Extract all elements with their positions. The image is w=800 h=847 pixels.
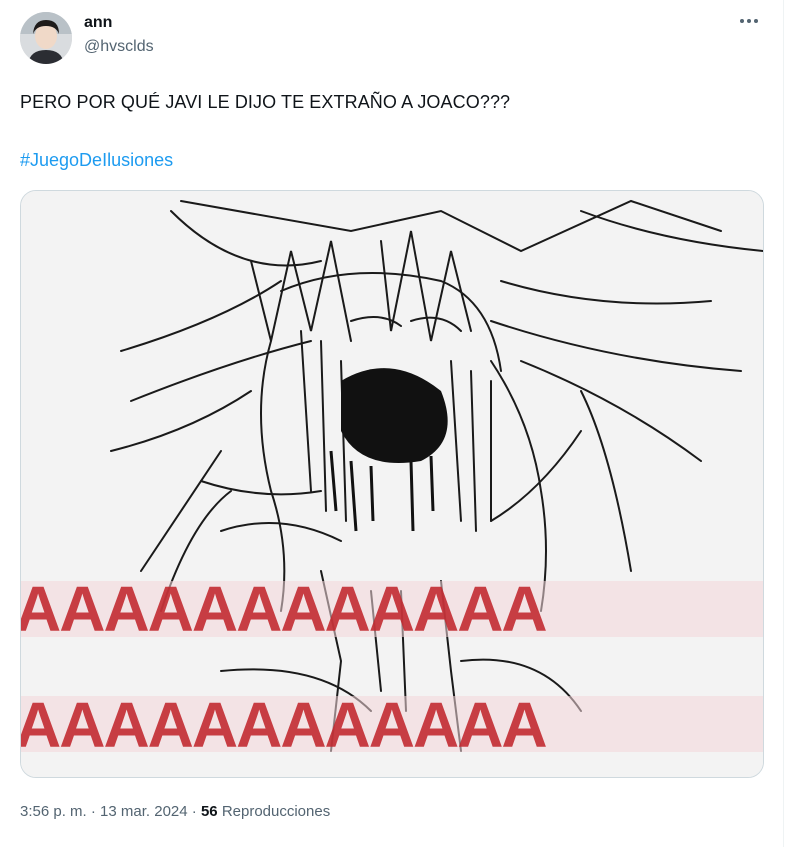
tweet-metadata: 3:56 p. m. · 13 mar. 2024 · 56 Reproducc…: [20, 803, 330, 820]
tweet-date-link[interactable]: 13 mar. 2024: [100, 803, 188, 820]
views-count: 56: [200, 803, 218, 820]
avatar-photo: [20, 12, 72, 64]
more-horizontal-icon: [754, 19, 758, 23]
timeline-divider: [783, 0, 784, 847]
more-horizontal-icon: [747, 19, 751, 23]
avatar[interactable]: [20, 12, 72, 64]
tweet: ann @hvsclds PERO POR QUÉ JAVI LE DIJO T…: [0, 0, 783, 847]
tweet-media-image[interactable]: AAAAAAAAAAAA AAAAAAAAAAAA: [20, 190, 764, 778]
meta-separator: ·: [90, 803, 96, 820]
views-label: Reproducciones: [221, 803, 331, 820]
scream-text-line-1: AAAAAAAAAAAA: [21, 573, 546, 645]
author-display-name[interactable]: ann: [84, 14, 112, 32]
tweet-time-link[interactable]: 3:56 p. m.: [20, 803, 87, 820]
hashtag-link[interactable]: #JuegoDeIlusiones: [20, 150, 173, 171]
author-handle[interactable]: @hvsclds: [84, 38, 154, 56]
more-options-button[interactable]: [732, 10, 766, 32]
scream-sketch-image: AAAAAAAAAAAA AAAAAAAAAAAA: [21, 191, 763, 777]
tweet-text: PERO POR QUÉ JAVI LE DIJO TE EXTRAÑO A J…: [20, 92, 511, 112]
scream-text-line-2: AAAAAAAAAAAA: [21, 689, 546, 761]
more-horizontal-icon: [740, 19, 744, 23]
meta-separator: ·: [191, 803, 197, 820]
